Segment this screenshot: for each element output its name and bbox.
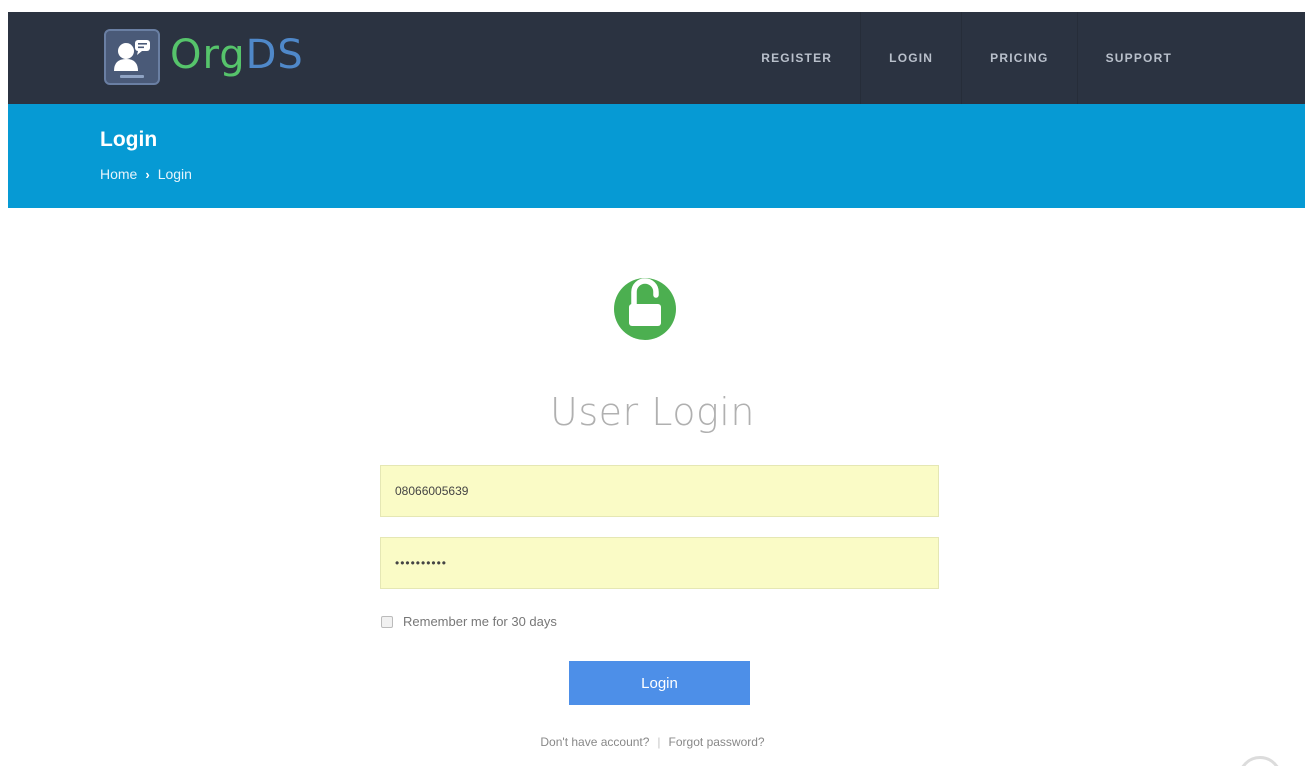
nav-pricing[interactable]: PRICING: [961, 12, 1076, 104]
login-button[interactable]: Login: [569, 661, 750, 705]
user-chat-icon: [104, 29, 160, 85]
main-nav: REGISTER LOGIN PRICING SUPPORT: [733, 12, 1200, 104]
page: OrgDS REGISTER LOGIN PRICING SUPPORT Log…: [0, 0, 1305, 766]
breadcrumb: Home › Login: [100, 166, 192, 182]
breadcrumb-current: Login: [157, 166, 192, 182]
page-title-band: Login Home › Login: [8, 104, 1305, 208]
account-links: Don't have account? | Forgot password?: [0, 735, 1305, 749]
floating-circle-button[interactable]: [1238, 756, 1282, 766]
password-input[interactable]: ••••••••••: [380, 537, 939, 589]
logo-text-ds: DS: [245, 32, 304, 78]
nav-login[interactable]: LOGIN: [860, 12, 961, 104]
logo-text-org: Org: [170, 32, 246, 78]
nav-register[interactable]: REGISTER: [733, 12, 860, 104]
unlock-icon: [614, 262, 676, 340]
nav-support[interactable]: SUPPORT: [1076, 12, 1200, 104]
remember-me[interactable]: Remember me for 30 days: [381, 614, 557, 629]
chevron-right-icon: ›: [145, 166, 150, 182]
register-link[interactable]: Don't have account?: [540, 735, 649, 749]
site-logo[interactable]: OrgDS: [104, 28, 304, 86]
forgot-password-link[interactable]: Forgot password?: [669, 735, 765, 749]
remember-checkbox[interactable]: [381, 615, 393, 628]
logo-wordmark: OrgDS: [170, 35, 304, 75]
breadcrumb-home[interactable]: Home: [100, 166, 137, 182]
login-heading: User Login: [550, 390, 755, 434]
phone-input[interactable]: 08066005639: [380, 465, 939, 517]
remember-label: Remember me for 30 days: [403, 614, 557, 629]
top-navbar: OrgDS REGISTER LOGIN PRICING SUPPORT: [8, 12, 1305, 104]
page-title: Login: [100, 128, 158, 151]
link-divider: |: [657, 735, 661, 749]
